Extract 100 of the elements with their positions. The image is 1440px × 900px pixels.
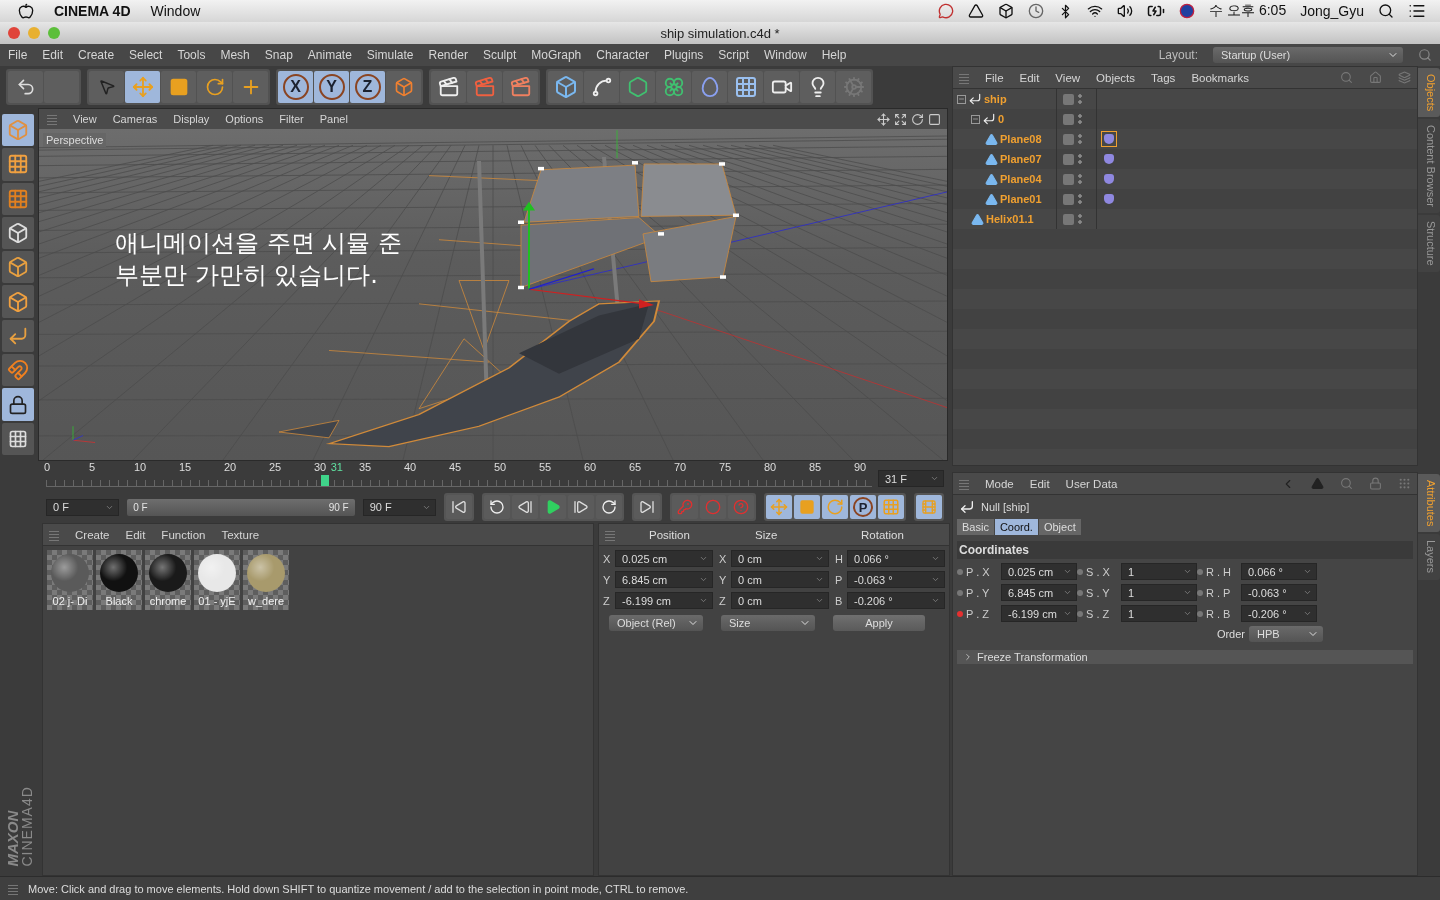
order-dropdown[interactable]: HPB (1249, 626, 1323, 642)
parameter-key-button[interactable]: P (850, 495, 876, 519)
wifi-icon[interactable] (1087, 3, 1104, 19)
object-name[interactable]: 0 (998, 113, 1005, 125)
tool-button[interactable] (503, 71, 538, 103)
record-button[interactable] (672, 495, 698, 519)
material-tag-icon[interactable] (1101, 131, 1117, 147)
layers-icon[interactable] (1398, 71, 1411, 84)
close-button[interactable] (8, 27, 20, 39)
mode-button[interactable] (2, 182, 34, 215)
tool-button[interactable] (233, 71, 268, 103)
viewport-canvas[interactable]: Perspective 애니메이션을 주면 시뮬 준 부분만 가만히 있습니다. (39, 129, 947, 460)
menu-item[interactable]: Mode (985, 477, 1014, 490)
clock-icon[interactable] (1028, 3, 1045, 19)
key-toggle-button[interactable] (766, 495, 792, 519)
start-frame-field[interactable]: 0 F (46, 498, 120, 516)
layer-icon[interactable] (1063, 173, 1074, 185)
menu-item[interactable]: Display (173, 113, 210, 125)
axis-lock-button[interactable]: Z (350, 71, 385, 103)
menu-item[interactable]: Edit (125, 528, 146, 541)
mode-button[interactable] (2, 216, 34, 250)
visibility-dots-icon[interactable] (1078, 153, 1082, 165)
previous-key-button[interactable] (484, 495, 510, 519)
object-name[interactable]: Plane08 (1000, 133, 1042, 145)
tool-button[interactable] (692, 71, 727, 103)
app-menu[interactable]: CINEMA 4D (54, 3, 131, 19)
object-name[interactable]: ship (984, 93, 1007, 105)
menu-item[interactable]: Render (428, 48, 468, 62)
zoom-button[interactable] (48, 27, 60, 39)
autokey-button[interactable] (700, 495, 726, 519)
tool-button[interactable] (728, 71, 763, 103)
key-toggle-button[interactable] (794, 495, 820, 519)
side-tab[interactable]: Layers (1418, 534, 1440, 580)
keyframe-dot[interactable] (957, 568, 963, 575)
layer-icon[interactable] (1063, 133, 1074, 145)
menu-item[interactable]: Snap (264, 48, 293, 62)
tab[interactable]: Object (1038, 519, 1081, 535)
tool-button[interactable] (431, 71, 466, 103)
menu-item[interactable]: Panel (319, 113, 348, 125)
tool-button[interactable] (197, 71, 232, 103)
side-tab[interactable]: Attributes (1418, 474, 1440, 533)
playhead[interactable] (320, 475, 329, 486)
keyframe-dot[interactable] (957, 610, 963, 617)
menu-item[interactable]: Window (150, 3, 201, 19)
layer-icon[interactable] (1063, 193, 1074, 205)
menu-item[interactable]: Tools (177, 48, 206, 62)
keyframe-dot[interactable] (1077, 568, 1083, 575)
material-swatch[interactable]: 02 j- Di (47, 550, 93, 610)
mode-button[interactable] (2, 285, 34, 318)
menu-item[interactable]: Objects (1096, 71, 1136, 84)
material-swatch[interactable]: Black (96, 550, 142, 610)
volume-icon[interactable] (1117, 3, 1134, 19)
previous-frame-button[interactable] (512, 495, 538, 519)
coordinate-field[interactable]: 0.025 cm (615, 550, 713, 567)
rotate-view-icon[interactable] (911, 112, 924, 126)
expand-toggle[interactable] (971, 114, 980, 124)
mode-button[interactable] (2, 422, 34, 455)
tool-button[interactable] (89, 71, 124, 103)
menu-item[interactable]: File (8, 48, 28, 62)
menu-item[interactable]: Create (75, 528, 110, 541)
value-field[interactable]: 0.025 cm (1001, 563, 1077, 580)
material-swatch[interactable]: w_dere (243, 550, 289, 610)
value-field[interactable]: 1 (1121, 584, 1197, 601)
tool-button[interactable] (764, 71, 799, 103)
menu-item[interactable]: Edit (1019, 71, 1040, 84)
side-tab[interactable]: Content Browser (1418, 119, 1440, 214)
coordinate-field[interactable]: 0 cm (731, 592, 829, 609)
menu-item[interactable]: Texture (221, 528, 260, 541)
user-name[interactable]: Jong_Gyu (1300, 3, 1364, 19)
keyframe-dot[interactable] (1077, 589, 1083, 596)
home-icon[interactable] (1369, 71, 1382, 84)
mode-button[interactable] (2, 354, 34, 387)
menu-item[interactable]: Character (596, 48, 649, 62)
object-name[interactable]: Plane04 (1000, 173, 1042, 185)
tool-button[interactable] (8, 71, 43, 103)
mode-button[interactable] (2, 319, 34, 353)
coordinate-field[interactable]: 6.845 cm (615, 571, 713, 588)
coordinate-field[interactable]: 0 cm (731, 550, 829, 567)
object-name[interactable]: Plane01 (1000, 193, 1042, 205)
axis-lock-button[interactable]: X (278, 71, 313, 103)
value-field[interactable]: 1 (1121, 605, 1197, 622)
coordinate-field[interactable]: -6.199 cm (615, 592, 713, 609)
value-field[interactable]: -0.206 ° (1241, 605, 1317, 622)
layout-dropdown[interactable]: Startup (User) (1213, 47, 1403, 63)
value-field[interactable]: -0.063 ° (1241, 584, 1317, 601)
tool-button[interactable] (800, 71, 835, 103)
menu-item[interactable]: Window (764, 48, 807, 62)
next-key-button[interactable] (596, 495, 622, 519)
keyframe-dot[interactable] (957, 589, 963, 596)
material-swatch[interactable]: chrome (145, 550, 191, 610)
value-field[interactable]: 0.066 ° (1241, 563, 1317, 580)
list-icon[interactable] (1408, 2, 1426, 20)
side-tab[interactable]: Structure (1418, 215, 1440, 272)
object-name[interactable]: Plane07 (1000, 153, 1042, 165)
menu-item[interactable]: Help (821, 48, 847, 62)
layer-icon[interactable] (1063, 213, 1074, 225)
size-mode-dropdown[interactable]: Size (721, 615, 815, 631)
visibility-dots-icon[interactable] (1078, 113, 1082, 125)
current-frame-field[interactable]: 31 F (878, 470, 944, 487)
value-field[interactable]: 1 (1121, 563, 1197, 580)
